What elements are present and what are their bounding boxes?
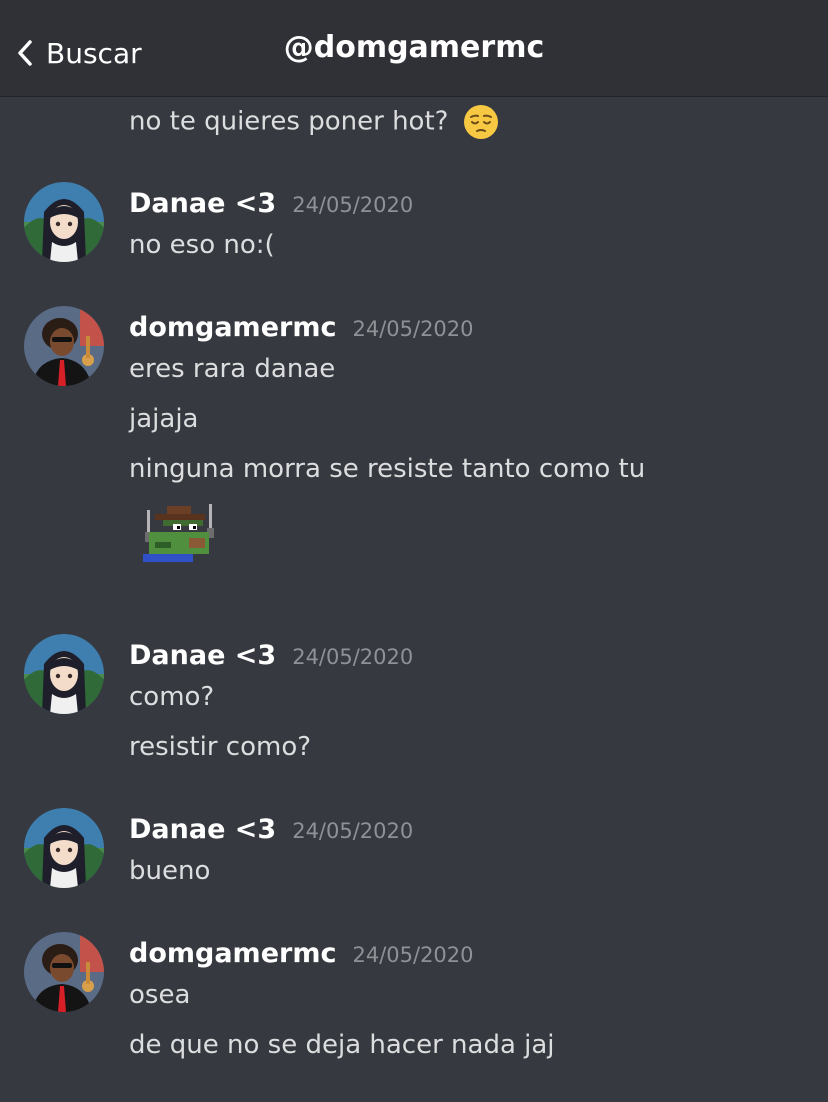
timestamp: 24/05/2020 — [292, 645, 414, 669]
anime-girl-avatar-icon — [24, 182, 104, 262]
message-text: de que no se deja hacer nada jaj — [129, 1030, 555, 1060]
person-avatar-icon — [24, 306, 104, 386]
timestamp: 24/05/2020 — [352, 943, 474, 967]
message-text: jajaja — [129, 404, 199, 434]
username[interactable]: Danae <3 — [129, 814, 276, 845]
timestamp: 24/05/2020 — [352, 317, 474, 341]
channel-title: @domgamermc — [283, 30, 545, 65]
message-text: osea — [129, 980, 191, 1010]
username[interactable]: domgamermc — [129, 312, 336, 343]
pensive-face-emoji-icon — [463, 105, 498, 139]
username[interactable]: domgamermc — [129, 938, 336, 969]
avatar-domgamermc[interactable] — [24, 932, 104, 1012]
avatar-danae[interactable] — [24, 808, 104, 888]
message-header: domgamermc 24/05/2020 — [129, 312, 474, 343]
avatar-danae[interactable] — [24, 634, 104, 714]
message-header: domgamermc 24/05/2020 — [129, 938, 474, 969]
pixel-frog-cowboy-sticker-icon[interactable] — [133, 502, 225, 574]
message-text: no te quieres poner hot? — [129, 104, 499, 140]
message-header: Danae <3 24/05/2020 — [129, 814, 413, 845]
timestamp: 24/05/2020 — [292, 193, 414, 217]
username[interactable]: Danae <3 — [129, 188, 276, 219]
message-text: eres rara danae — [129, 354, 336, 384]
anime-girl-avatar-icon — [24, 808, 104, 888]
avatar-danae[interactable] — [24, 182, 104, 262]
message-header: Danae <3 24/05/2020 — [129, 188, 413, 219]
message-header: Danae <3 24/05/2020 — [129, 640, 413, 671]
message-text: resistir como? — [129, 732, 312, 762]
timestamp: 24/05/2020 — [292, 819, 414, 843]
message-text: como? — [129, 682, 215, 712]
avatar-domgamermc[interactable] — [24, 306, 104, 386]
top-bar: Buscar @domgamermc — [0, 0, 828, 97]
person-avatar-icon — [24, 932, 104, 1012]
anime-girl-avatar-icon — [24, 634, 104, 714]
username[interactable]: Danae <3 — [129, 640, 276, 671]
message-text: ninguna morra se resiste tanto como tu — [129, 454, 646, 484]
message-text: bueno — [129, 856, 211, 886]
message-text: no eso no:( — [129, 230, 275, 260]
